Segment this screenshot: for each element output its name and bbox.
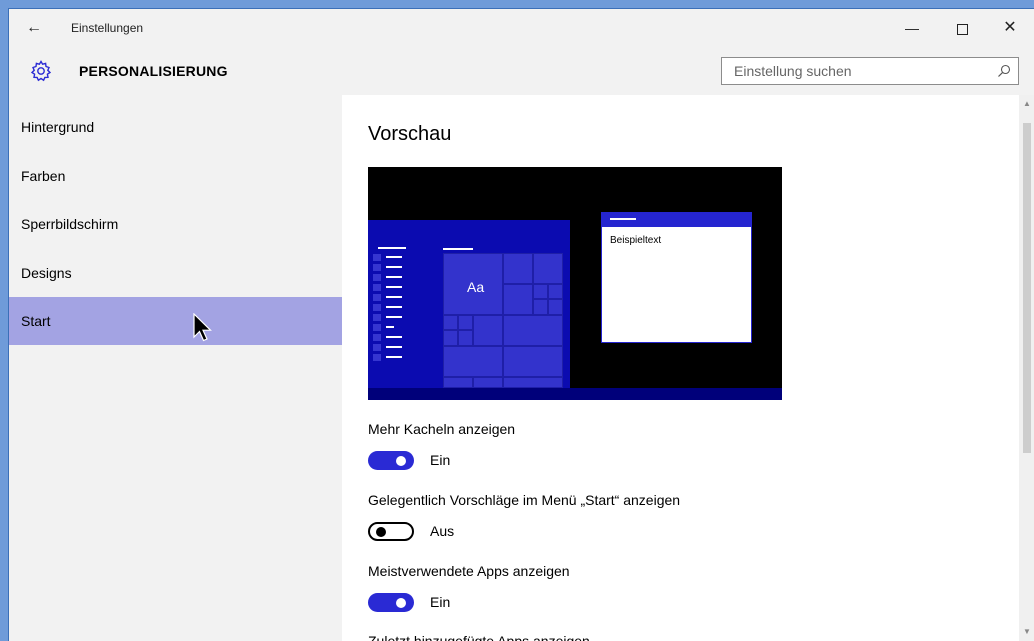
preview-list-square [373, 314, 381, 321]
sidebar-item-label: Hintergrund [21, 119, 95, 135]
sidebar-item-start[interactable]: Start [9, 297, 342, 345]
window-title: Einstellungen [71, 21, 144, 35]
preview-list-square [373, 324, 381, 331]
settings-window: ← Einstellungen — ✕ PERSONALISIERUNG Ein… [8, 8, 1034, 641]
preview-list-square [373, 274, 381, 281]
maximize-button[interactable] [939, 13, 985, 43]
preview-list-line [386, 356, 402, 358]
preview-list-square [373, 284, 381, 291]
page-header: PERSONALISIERUNG [9, 47, 1034, 95]
sidebar-item-farben[interactable]: Farben [9, 152, 342, 200]
preview-tile [548, 299, 563, 315]
preview-wide-tile [443, 346, 503, 377]
arrow-left-icon: ← [26, 19, 42, 36]
preview-tile [473, 377, 503, 388]
preview-list-line [386, 266, 402, 268]
preview-list-line [386, 346, 402, 348]
preview-tile [533, 253, 563, 284]
preview-tile [443, 377, 473, 388]
content-scrollbar[interactable]: ▲ ▼ [1019, 95, 1034, 641]
sidebar-item-hintergrund[interactable]: Hintergrund [9, 103, 342, 151]
preview-list-square [373, 354, 381, 361]
preview-list-line [386, 296, 402, 298]
sidebar-item-label: Start [21, 313, 51, 329]
toggle-knob [376, 526, 386, 537]
preview-list-square [373, 254, 381, 261]
toggle-knob [396, 455, 406, 466]
search-input[interactable] [722, 58, 994, 84]
setting-label-more-tiles: Mehr Kacheln anzeigen [368, 421, 516, 437]
setting-label-most-used: Meistverwendete Apps anzeigen [368, 563, 570, 579]
preview-wide-tile [503, 346, 563, 377]
gear-icon [30, 60, 52, 82]
setting-label-suggestions: Gelegentlich Vorschläge im Menü „Start“ … [368, 492, 681, 508]
preview-tile [443, 330, 458, 346]
preview-start-menu: Aa [368, 220, 570, 388]
close-button[interactable]: ✕ [987, 13, 1033, 43]
sidebar-item-label: Sperrbildschirm [21, 216, 119, 232]
preview-tile [548, 284, 563, 299]
main-content: Vorschau Aa Beispieltext Mehr Kacheln an… [342, 95, 1019, 641]
scroll-up-icon[interactable]: ▲ [1019, 97, 1034, 111]
scrollbar-thumb[interactable] [1023, 123, 1031, 453]
preview-tile [443, 315, 458, 330]
preview-tile [503, 284, 533, 315]
toggle-most-used[interactable] [368, 593, 414, 612]
preview-tile [533, 299, 548, 315]
preview-tile [473, 315, 503, 346]
preview-window: Beispieltext [601, 212, 752, 343]
toggle-suggestions[interactable] [368, 522, 414, 541]
preview-large-tile: Aa [443, 253, 503, 315]
preview-list-line [386, 316, 402, 318]
sidebar-item-sperrbildschirm[interactable]: Sperrbildschirm [9, 200, 342, 248]
preview-list-square [373, 294, 381, 301]
preview-tile [503, 253, 533, 284]
sidebar-item-label: Farben [21, 168, 66, 184]
mouse-pointer-icon [193, 313, 212, 342]
preview-list-line [386, 336, 402, 338]
title-bar: ← Einstellungen — ✕ [9, 9, 1034, 47]
back-button[interactable]: ← [23, 18, 45, 38]
scroll-down-icon[interactable]: ▼ [1019, 625, 1034, 639]
preview-list-line [386, 276, 402, 278]
sidebar-item-designs[interactable]: Designs [9, 249, 342, 297]
search-icon[interactable] [996, 63, 1012, 79]
toggle-state-label: Ein [430, 452, 451, 468]
page-title: PERSONALISIERUNG [79, 63, 228, 79]
search-box[interactable] [721, 57, 1019, 85]
preview-wide-tile [503, 315, 563, 346]
start-preview: Aa Beispieltext [368, 167, 782, 400]
toggle-state-label: Aus [430, 523, 455, 539]
toggle-state-label: Ein [430, 594, 451, 610]
maximize-icon [956, 23, 968, 35]
preview-tile [533, 284, 548, 299]
preview-list-line [386, 306, 402, 308]
sidebar: Hintergrund Farben Sperrbildschirm Desig… [9, 95, 342, 641]
preview-window-text: Beispieltext [610, 235, 662, 246]
close-icon: ✕ [1003, 19, 1017, 36]
toggle-knob [396, 597, 406, 608]
preview-list-line [386, 326, 394, 328]
preview-tile-label: Aa [467, 279, 485, 295]
preview-tiles-header [443, 248, 473, 250]
preview-list-line [386, 256, 402, 258]
toggle-more-tiles[interactable] [368, 451, 414, 470]
preview-list-square [373, 304, 381, 311]
preview-list-square [373, 344, 381, 351]
minimize-icon: — [905, 20, 919, 36]
preview-taskbar [368, 388, 782, 400]
section-title: Vorschau [368, 123, 452, 145]
preview-tile [458, 315, 473, 330]
preview-window-titlebar [602, 213, 751, 227]
preview-list-line [378, 247, 406, 249]
minimize-button[interactable]: — [889, 13, 935, 43]
preview-list-square [373, 264, 381, 271]
preview-list-square [373, 334, 381, 341]
preview-window-title-line [610, 218, 636, 220]
preview-list-line [386, 286, 402, 288]
sidebar-item-label: Designs [21, 265, 72, 281]
preview-tile [503, 377, 563, 388]
preview-tile [458, 330, 473, 346]
